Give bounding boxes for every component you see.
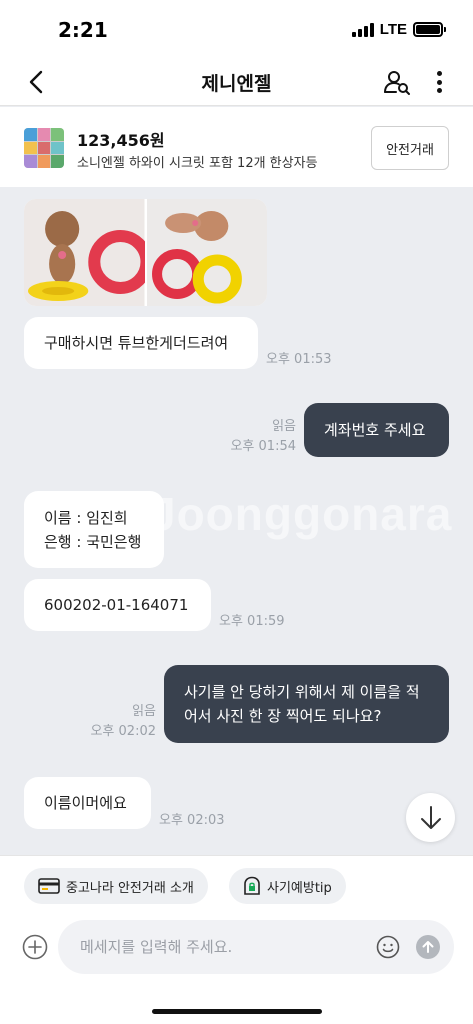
message-time: 오후 01:59 [219,614,285,629]
photo-doll-with-tubes-2[interactable] [146,199,267,306]
message-line: 이름 : 임진희 [44,508,128,527]
chip-label: 중고나라 안전거래 소개 [66,880,194,896]
message-bubble-m3[interactable]: 이름 : 임진희 은행 : 국민은행 [24,491,164,568]
chip-label: 사기예방tip [267,880,332,896]
more-options-button[interactable] [431,68,447,96]
message-time: 오후 01:54 [230,439,296,454]
card-icon [38,878,60,894]
product-title: 소니엔젤 하와이 시크릿 포함 12개 한상자등 [77,156,318,171]
arrow-down-icon [420,805,441,829]
status-bar: 2:21 LTE [0,0,473,58]
message-photo[interactable] [24,199,267,306]
safe-trade-button[interactable]: 안전거래 [371,126,449,170]
plus-circle-icon [22,934,48,960]
battery-icon [413,22,446,37]
product-price: 123,456원 [77,131,165,150]
message-input[interactable] [80,920,370,974]
message-time: 오후 01:53 [266,352,332,367]
read-receipt: 읽음 [272,419,296,434]
message-bubble-m2[interactable]: 계좌번호 주세요 [304,403,449,457]
network-type: LTE [379,21,407,38]
bottom-panel: 중고나라 안전거래 소개 사기예방tip [0,855,473,1024]
message-bubble-m1[interactable]: 구매하시면 튜브한게더드려여 [24,317,258,369]
message-bubble-m5[interactable]: 사기를 안 당하기 위해서 제 이름을 적 어서 사진 한 장 찍어도 되나요? [164,665,449,743]
scroll-to-bottom-button[interactable] [406,793,455,842]
message-line: 사기를 안 당하기 위해서 제 이름을 적 [184,683,420,701]
user-search-icon [384,71,410,95]
message-time: 오후 02:03 [159,813,225,828]
status-time: 2:21 [58,18,108,42]
smiley-icon [376,935,400,959]
more-vertical-icon [436,71,442,76]
signal-icon [351,22,374,37]
message-composer [58,920,454,974]
watermark: Joonggonara [150,488,453,540]
message-bubble-m4[interactable]: 600202-01-164071 [24,579,211,631]
product-summary[interactable]: 123,456원 소니엔젤 하와이 시크릿 포함 12개 한상자등 안전거래 [0,107,473,187]
home-indicator [152,1009,322,1014]
message-bubble-m6[interactable]: 이름이머에요 [24,777,151,829]
product-thumbnail [24,128,64,168]
attach-button[interactable] [22,934,48,960]
shield-lock-icon [244,876,260,895]
send-button[interactable] [416,935,440,959]
status-indicators: LTE [351,21,446,38]
seller-profile-button[interactable] [383,68,411,96]
read-receipt: 읽음 [132,704,156,719]
emoji-button[interactable] [376,935,400,959]
back-button[interactable] [22,68,50,96]
arrow-up-icon [422,941,434,953]
chat-messages[interactable]: 구매하시면 튜브한게더드려여 오후 01:53 읽음 오후 01:54 계좌번호… [0,187,473,855]
photo-doll-with-tubes-1[interactable] [24,199,153,306]
fraud-prevention-tip-chip[interactable]: 사기예방tip [229,868,346,904]
message-line: 어서 사진 한 장 찍어도 되나요? [184,707,382,725]
chevron-left-icon [29,70,43,94]
message-time: 오후 02:02 [90,724,156,739]
safe-trade-intro-chip[interactable]: 중고나라 안전거래 소개 [24,868,208,904]
chat-header: 제니엔젤 [0,58,473,106]
message-line: 은행 : 국민은행 [44,532,142,551]
